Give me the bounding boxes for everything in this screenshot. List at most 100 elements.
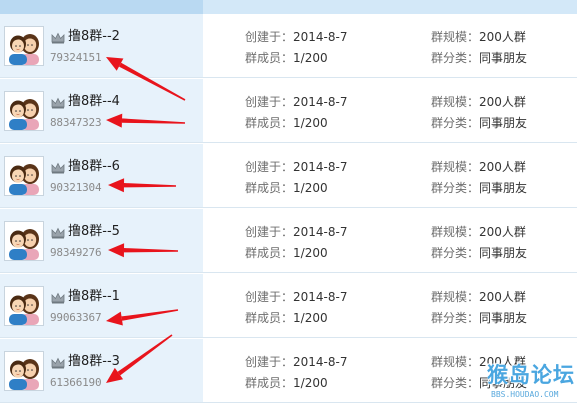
category-label: 群分类： <box>431 246 480 260</box>
created-label: 创建于： <box>245 30 294 44</box>
crown-icon <box>51 354 65 369</box>
category-value: 同事朋友 <box>479 116 528 130</box>
group-scale-field: 群规模：200人群 <box>431 28 526 45</box>
group-info-cell: 撸8群--6 90321304 <box>0 144 203 207</box>
members-label: 群成员： <box>245 376 294 390</box>
category-value: 同事朋友 <box>479 311 528 325</box>
created-date-field: 创建于：2014-8-7 <box>245 158 347 175</box>
group-list: 撸8群--2 79324151 创建于：2014-8-7 群成员：1/200 群… <box>0 14 577 403</box>
group-info-cell: 撸8群--5 98349276 <box>0 209 203 272</box>
group-name[interactable]: 撸8群--6 <box>68 155 120 174</box>
group-row[interactable]: 撸8群--4 88347323 创建于：2014-8-7 群成员：1/200 群… <box>0 79 577 143</box>
crown-icon <box>51 159 65 174</box>
created-label: 创建于： <box>245 225 294 239</box>
category-label: 群分类： <box>431 311 480 325</box>
crown-icon <box>51 289 65 304</box>
group-category-field: 群分类：同事朋友 <box>431 244 527 261</box>
group-scale-field: 群规模：200人群 <box>431 288 526 305</box>
group-info-cell: 撸8群--1 99063367 <box>0 274 203 337</box>
group-category-field: 群分类：同事朋友 <box>431 309 527 326</box>
scale-label: 群规模： <box>431 355 480 369</box>
scale-label: 群规模： <box>431 160 480 174</box>
group-row[interactable]: 撸8群--2 79324151 创建于：2014-8-7 群成员：1/200 群… <box>0 14 577 78</box>
scale-label: 群规模： <box>431 225 480 239</box>
group-id: 79324151 <box>50 51 102 64</box>
members-label: 群成员： <box>245 311 294 325</box>
scale-label: 群规模： <box>431 290 480 304</box>
group-name[interactable]: 撸8群--4 <box>68 90 120 109</box>
group-name[interactable]: 撸8群--1 <box>68 285 120 304</box>
group-id: 99063367 <box>50 311 102 324</box>
watermark-logo-text: 猴岛论坛 <box>487 363 575 387</box>
group-avatar-icon[interactable] <box>4 221 44 261</box>
group-id: 61366190 <box>50 376 102 389</box>
created-label: 创建于： <box>245 95 294 109</box>
created-label: 创建于： <box>245 160 294 174</box>
created-date-field: 创建于：2014-8-7 <box>245 93 347 110</box>
created-value: 2014-8-7 <box>293 95 348 109</box>
crown-icon <box>51 94 65 109</box>
group-info-cell: 撸8群--2 79324151 <box>0 14 203 77</box>
group-id: 98349276 <box>50 246 102 259</box>
created-date-field: 创建于：2014-8-7 <box>245 288 347 305</box>
members-label: 群成员： <box>245 246 294 260</box>
created-date-field: 创建于：2014-8-7 <box>245 223 347 240</box>
created-value: 2014-8-7 <box>293 355 348 369</box>
scale-value: 200人群 <box>479 225 526 239</box>
category-value: 同事朋友 <box>479 51 528 65</box>
group-id: 90321304 <box>50 181 102 194</box>
group-name[interactable]: 撸8群--3 <box>68 350 120 369</box>
member-count-field: 群成员：1/200 <box>245 374 328 391</box>
group-avatar-icon[interactable] <box>4 351 44 391</box>
group-avatar-icon[interactable] <box>4 91 44 131</box>
group-row[interactable]: 撸8群--1 99063367 创建于：2014-8-7 群成员：1/200 群… <box>0 274 577 338</box>
scale-label: 群规模： <box>431 95 480 109</box>
group-row[interactable]: 撸8群--6 90321304 创建于：2014-8-7 群成员：1/200 群… <box>0 144 577 208</box>
members-value: 1/200 <box>293 181 328 195</box>
scale-value: 200人群 <box>479 30 526 44</box>
members-value: 1/200 <box>293 51 328 65</box>
created-value: 2014-8-7 <box>293 30 348 44</box>
created-date-field: 创建于：2014-8-7 <box>245 28 347 45</box>
created-label: 创建于： <box>245 355 294 369</box>
member-count-field: 群成员：1/200 <box>245 114 328 131</box>
members-value: 1/200 <box>293 311 328 325</box>
category-value: 同事朋友 <box>479 181 528 195</box>
members-value: 1/200 <box>293 376 328 390</box>
member-count-field: 群成员：1/200 <box>245 179 328 196</box>
scale-value: 200人群 <box>479 160 526 174</box>
group-category-field: 群分类：同事朋友 <box>431 49 527 66</box>
member-count-field: 群成员：1/200 <box>245 309 328 326</box>
members-value: 1/200 <box>293 246 328 260</box>
members-label: 群成员： <box>245 51 294 65</box>
category-label: 群分类： <box>431 376 480 390</box>
group-category-field: 群分类：同事朋友 <box>431 179 527 196</box>
watermark: 猴岛论坛 BBS.HOUDAO.COM <box>485 359 577 403</box>
group-scale-field: 群规模：200人群 <box>431 223 526 240</box>
category-value: 同事朋友 <box>479 246 528 260</box>
group-info-cell: 撸8群--4 88347323 <box>0 79 203 142</box>
group-row[interactable]: 撸8群--5 98349276 创建于：2014-8-7 群成员：1/200 群… <box>0 209 577 273</box>
group-avatar-icon[interactable] <box>4 286 44 326</box>
created-label: 创建于： <box>245 290 294 304</box>
list-header-bar <box>0 0 577 14</box>
member-count-field: 群成员：1/200 <box>245 49 328 66</box>
members-label: 群成员： <box>245 116 294 130</box>
watermark-url: BBS.HOUDAO.COM <box>491 390 559 399</box>
crown-icon <box>51 224 65 239</box>
group-avatar-icon[interactable] <box>4 156 44 196</box>
created-value: 2014-8-7 <box>293 225 348 239</box>
group-name[interactable]: 撸8群--2 <box>68 25 120 44</box>
created-date-field: 创建于：2014-8-7 <box>245 353 347 370</box>
crown-icon <box>51 29 65 44</box>
group-id: 88347323 <box>50 116 102 129</box>
category-label: 群分类： <box>431 116 480 130</box>
scale-value: 200人群 <box>479 95 526 109</box>
created-value: 2014-8-7 <box>293 290 348 304</box>
group-name[interactable]: 撸8群--5 <box>68 220 120 239</box>
group-avatar-icon[interactable] <box>4 26 44 66</box>
list-header-left <box>0 0 203 14</box>
scale-label: 群规模： <box>431 30 480 44</box>
members-label: 群成员： <box>245 181 294 195</box>
group-scale-field: 群规模：200人群 <box>431 158 526 175</box>
